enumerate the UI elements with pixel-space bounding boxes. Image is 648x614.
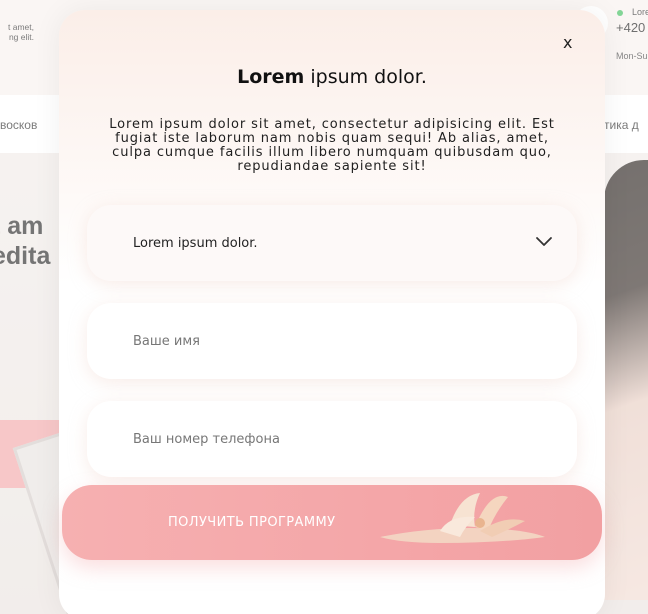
- modal-description: Lorem ipsum dolor sit amet, consectetur …: [109, 117, 555, 174]
- get-program-button[interactable]: ПОЛУЧИТЬ ПРОГРАММУ: [62, 485, 602, 560]
- flower-decoration-icon: [380, 493, 545, 543]
- select-value: Lorem ipsum dolor.: [133, 236, 258, 251]
- modal-title: Lorem ipsum dolor.: [59, 66, 605, 88]
- modal-title-bold: Lorem: [237, 66, 305, 88]
- modal-title-rest: ipsum dolor.: [304, 66, 427, 88]
- phone-input[interactable]: [133, 425, 533, 453]
- program-select[interactable]: Lorem ipsum dolor.: [87, 205, 577, 281]
- close-button[interactable]: x: [563, 33, 572, 52]
- name-input[interactable]: [133, 327, 533, 355]
- phone-field-wrapper: [87, 401, 577, 477]
- submit-button-label: ПОЛУЧИТЬ ПРОГРАММУ: [168, 515, 336, 530]
- name-field-wrapper: [87, 303, 577, 379]
- chevron-down-icon: [536, 237, 552, 246]
